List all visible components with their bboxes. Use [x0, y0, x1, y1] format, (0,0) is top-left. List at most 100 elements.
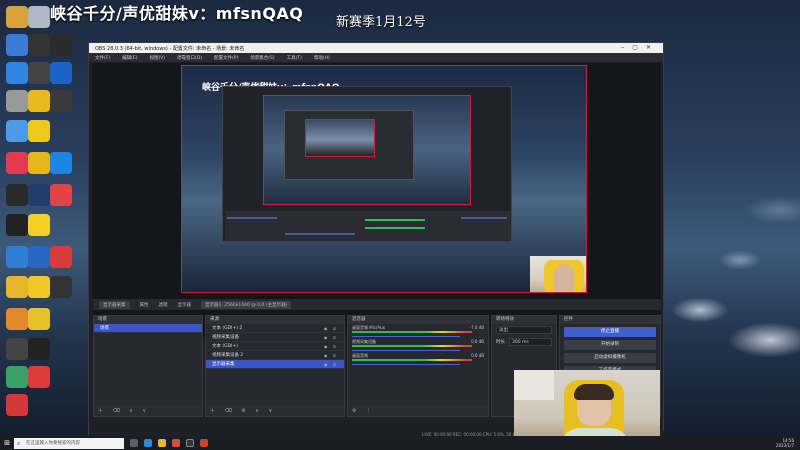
virtual-camera-button[interactable]: 启动虚拟摄像机 — [564, 353, 656, 363]
source-item[interactable]: 文本 (GDI+) ◉ ⊡ — [206, 342, 344, 351]
app-taskbar-icon[interactable] — [200, 439, 208, 447]
volume-meter — [352, 345, 472, 347]
task-view-icon[interactable] — [130, 439, 138, 447]
obs-titlebar[interactable]: OBS 28.0.3 (64-bit, windows) - 配置文件: 未命名… — [89, 43, 663, 53]
explorer-icon[interactable] — [158, 439, 166, 447]
filters-button[interactable]: 滤镜 — [159, 302, 168, 308]
mixer-channel: 桌面音频 0.0 dB — [348, 352, 488, 366]
nested-meter — [365, 219, 425, 221]
source-visibility-icon[interactable]: ◉ ⊡ — [324, 351, 338, 359]
nested-source-row — [285, 233, 355, 235]
menu-view[interactable]: 视图(V) — [149, 55, 165, 61]
desktop-icon[interactable] — [50, 246, 72, 268]
system-tray[interactable]: 14:56 2023/1/7 — [776, 438, 794, 448]
nested-obs-window — [222, 86, 512, 242]
taskbar: ⊞ ⌕ 在这里输入你要搜索的内容 14:56 2023/1/7 — [0, 436, 800, 450]
menu-tools[interactable]: 工具(T) — [287, 55, 302, 61]
desktop-icon[interactable] — [28, 308, 50, 330]
menu-edit[interactable]: 编辑(E) — [122, 55, 137, 61]
nested-docks — [225, 211, 511, 241]
scenes-header: 场景 — [94, 316, 202, 324]
obs-window-title: OBS 28.0.3 (64-bit, windows) - 配置文件: 未命名… — [95, 45, 245, 52]
desktop-icon[interactable] — [28, 152, 50, 174]
chrome-icon[interactable] — [172, 439, 180, 447]
desktop-icon[interactable] — [6, 338, 28, 360]
preview-area[interactable]: 峡谷千分/声优甜妹v：mfsnQAQ 新赛季1月12号 — [93, 63, 661, 337]
volume-slider[interactable] — [352, 364, 460, 365]
desktop-icon[interactable] — [6, 62, 28, 84]
source-visibility-icon[interactable]: ◉ ⊡ — [324, 333, 338, 341]
desktop-icon[interactable] — [6, 120, 28, 142]
windows-start-icon[interactable]: ⊞ — [0, 436, 14, 450]
obs-taskbar-icon[interactable] — [186, 439, 194, 447]
source-item[interactable]: 文本 (GDI+) 2 ◉ ⊡ — [206, 324, 344, 333]
source-item-selected[interactable]: 显示器采集 ◉ ⊡ — [206, 360, 344, 369]
desktop-icon[interactable] — [28, 276, 50, 298]
start-recording-button[interactable]: 开始录制 — [564, 340, 656, 350]
display-select[interactable]: 显示器1: 2560x1440 @ 0,0 (主显示器) — [201, 300, 292, 309]
channel-volume: 0.0 dB — [471, 353, 484, 358]
desktop-icon[interactable] — [6, 214, 28, 236]
source-visibility-icon[interactable]: ◉ ⊡ — [324, 324, 338, 332]
desktop-icon[interactable] — [28, 90, 50, 112]
desktop-icon[interactable] — [6, 34, 28, 56]
source-item[interactable]: 视频采集设备 ◉ ⊡ — [206, 333, 344, 342]
menu-docks[interactable]: 停靠窗口(D) — [177, 55, 202, 61]
scenes-toolbar[interactable]: ＋ ⌫ ∧ ∨ — [94, 406, 202, 416]
desktop-icon[interactable] — [50, 184, 72, 206]
edge-icon[interactable] — [144, 439, 152, 447]
desktop-icon[interactable] — [28, 34, 50, 56]
desktop-icon[interactable] — [6, 6, 28, 28]
mixer-toolbar[interactable]: ⚙ ⋮ — [348, 406, 488, 416]
display-label: 显示器 — [177, 302, 192, 308]
desktop-icon[interactable] — [50, 152, 72, 174]
duration-input[interactable]: 300 ms — [509, 338, 552, 346]
source-item[interactable]: 视频采集设备 2 ◉ ⊡ — [206, 351, 344, 360]
volume-slider[interactable] — [352, 350, 460, 351]
sources-toolbar[interactable]: ＋ ⌫ ⚙ ∧ ∨ — [206, 406, 344, 416]
nested-docks — [289, 161, 411, 179]
desktop-icon[interactable] — [28, 366, 50, 388]
volume-slider[interactable] — [352, 336, 460, 337]
desktop-icon[interactable] — [28, 120, 50, 142]
desktop-icon[interactable] — [6, 276, 28, 298]
obs-menubar: 文件(F) 编辑(E) 视图(V) 停靠窗口(D) 配置文件(P) 场景集合(S… — [89, 53, 663, 62]
menu-help[interactable]: 帮助(H) — [314, 55, 330, 61]
desktop-icon[interactable] — [50, 90, 72, 112]
desktop-icon[interactable] — [50, 62, 72, 84]
transition-select[interactable]: 淡出 — [496, 326, 552, 334]
window-controls[interactable]: –▢✕ — [621, 44, 659, 51]
source-visibility-icon[interactable]: ◉ ⊡ — [324, 342, 338, 350]
taskbar-search-input[interactable]: ⌕ 在这里输入你要搜索的内容 — [14, 437, 124, 449]
desktop-icon[interactable] — [28, 184, 50, 206]
desktop-icon[interactable] — [28, 6, 50, 28]
stop-streaming-button[interactable]: 停止直播 — [564, 327, 656, 337]
nested-preview-canvas-2 — [305, 119, 375, 157]
scene-item[interactable]: 场景 — [94, 324, 202, 333]
desktop-icon[interactable] — [50, 34, 72, 56]
properties-button[interactable]: 属性 — [140, 302, 149, 308]
transition-duration-row: 时长 300 ms — [492, 336, 556, 348]
desktop-icon[interactable] — [6, 308, 28, 330]
desktop-icon[interactable] — [6, 394, 28, 416]
desktop-icon[interactable] — [6, 246, 28, 268]
desktop-icon[interactable] — [28, 246, 50, 268]
menu-file[interactable]: 文件(F) — [95, 55, 110, 61]
menu-profile[interactable]: 配置文件(P) — [214, 55, 238, 61]
desktop-icon[interactable] — [28, 338, 50, 360]
overlay-title: 峡谷千分/声优甜妹v：mfsnQAQ — [50, 4, 304, 23]
mixer-channel: 视频采集设备 0.0 dB — [348, 338, 488, 352]
desktop-icon[interactable] — [50, 276, 72, 298]
preview-canvas[interactable]: 峡谷千分/声优甜妹v：mfsnQAQ 新赛季1月12号 — [181, 65, 587, 293]
desktop-icon[interactable] — [28, 62, 50, 84]
desktop-icon[interactable] — [28, 214, 50, 236]
sources-dock: 来源 文本 (GDI+) 2 ◉ ⊡ 视频采集设备 ◉ ⊡ 文本 (GDI+) ◉ ⊡… — [205, 315, 345, 417]
transition-type-row: 淡出 — [492, 324, 556, 336]
desktop-icon[interactable] — [6, 184, 28, 206]
source-visibility-icon[interactable]: ◉ ⊡ — [324, 360, 338, 368]
desktop-icon[interactable] — [6, 366, 28, 388]
source-label: 视频采集设备 — [212, 335, 239, 340]
menu-scene-collection[interactable]: 场景集合(S) — [250, 55, 274, 61]
desktop-icon[interactable] — [6, 90, 28, 112]
desktop-icon[interactable] — [6, 152, 28, 174]
